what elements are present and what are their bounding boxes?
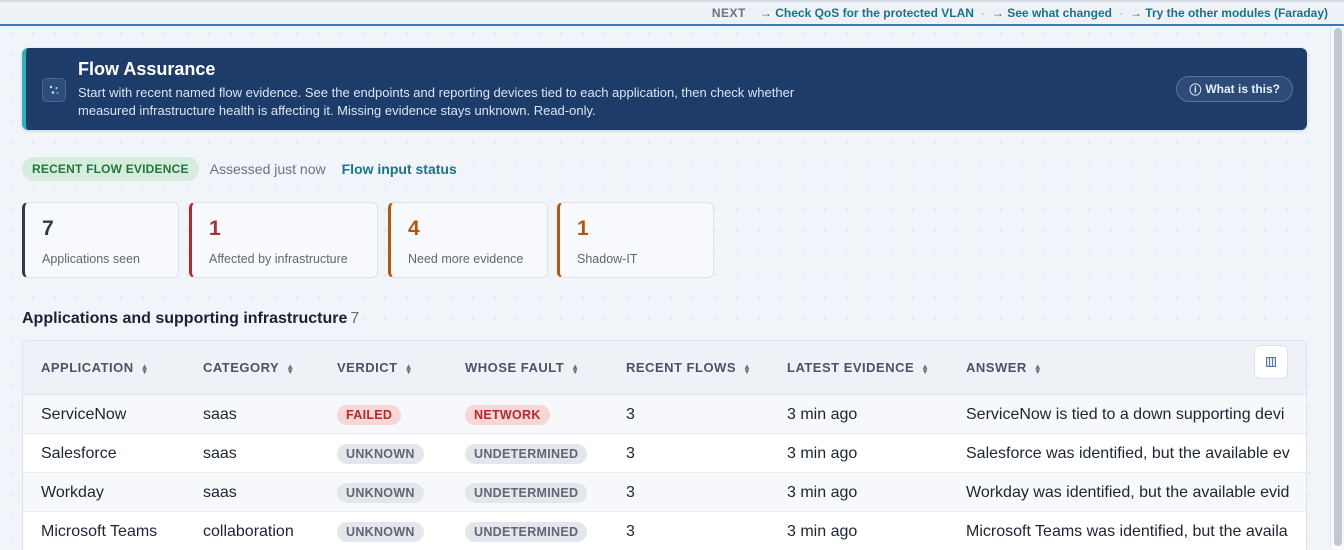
stat-card-affected-by-infrastructure[interactable]: 1 Affected by infrastructure bbox=[189, 202, 378, 278]
cell-latest-evidence: 3 min ago bbox=[787, 523, 858, 540]
verdict-badge: UNKNOWN bbox=[337, 482, 424, 503]
column-header-application[interactable]: APPLICATION ▲ ▼ bbox=[41, 341, 149, 395]
cell-recent-flows: 3 bbox=[626, 406, 635, 423]
table-row[interactable]: Workday saas UNKNOWN UNDETERMINED 3 3 mi… bbox=[23, 473, 1306, 512]
table-header: APPLICATION ▲ ▼ CATEGORY ▲ ▼ VERDICT ▲ ▼ WHOSE… bbox=[23, 341, 1306, 395]
stat-card-need-more-evidence[interactable]: 4 Need more evidence bbox=[388, 202, 548, 278]
sort-icon[interactable]: ▲ ▼ bbox=[743, 362, 751, 375]
cell-verdict: UNKNOWN bbox=[337, 473, 424, 512]
what-is-this-button[interactable]: ⓘ What is this? bbox=[1176, 76, 1293, 102]
sort-icon[interactable]: ▲ ▼ bbox=[571, 362, 579, 375]
sort-icon[interactable]: ▲ ▼ bbox=[286, 362, 294, 375]
cell-application: ServiceNow bbox=[41, 406, 127, 423]
cell-application: Workday bbox=[41, 484, 104, 501]
banner-title: Flow Assurance bbox=[78, 59, 216, 79]
next-steps-bar: NEXT → Check QoS for the protected VLAN … bbox=[0, 0, 1344, 26]
table-row[interactable]: Salesforce saas UNKNOWN UNDETERMINED 3 3… bbox=[23, 434, 1306, 473]
cell-application: Salesforce bbox=[41, 445, 117, 462]
column-header-verdict[interactable]: VERDICT ▲ ▼ bbox=[337, 341, 413, 395]
stat-card-shadow-it[interactable]: 1 Shadow-IT bbox=[557, 202, 714, 278]
sort-icon[interactable]: ▲ ▼ bbox=[405, 362, 413, 375]
column-header-latest-evidence[interactable]: LATEST EVIDENCE ▲ ▼ bbox=[787, 341, 930, 395]
cell-answer: Salesforce was identified, but the avail… bbox=[966, 445, 1290, 462]
scrollbar-thumb[interactable] bbox=[1334, 28, 1342, 546]
stat-label: Affected by infrastructure bbox=[209, 252, 348, 266]
status-row: RECENT FLOW EVIDENCE Assessed just now F… bbox=[22, 156, 457, 181]
next-link-other-modules[interactable]: → Try the other modules (Faraday) bbox=[1130, 6, 1328, 20]
column-header-whose-fault[interactable]: WHOSE FAULT ▲ ▼ bbox=[465, 341, 580, 395]
cell-category: saas bbox=[203, 406, 237, 423]
flow-input-status-link[interactable]: Flow input status bbox=[342, 161, 457, 177]
cell-recent-flows: 3 bbox=[626, 484, 635, 501]
cell-recent-flows: 3 bbox=[626, 523, 635, 540]
next-link-check-qos[interactable]: → Check QoS for the protected VLAN bbox=[760, 6, 974, 20]
cell-whose-fault: UNDETERMINED bbox=[465, 473, 588, 512]
stat-label: Applications seen bbox=[42, 252, 140, 266]
stat-value: 1 bbox=[209, 217, 221, 240]
cell-whose-fault: UNDETERMINED bbox=[465, 512, 588, 550]
banner-description: Start with recent named flow evidence. S… bbox=[78, 85, 795, 118]
verdict-badge: UNKNOWN bbox=[337, 521, 424, 542]
stat-label: Need more evidence bbox=[408, 252, 524, 266]
cell-whose-fault: NETWORK bbox=[465, 395, 550, 434]
sparkle-icon bbox=[42, 78, 66, 102]
fault-badge: UNDETERMINED bbox=[465, 443, 588, 464]
separator: · bbox=[1118, 6, 1123, 20]
table-row[interactable]: ServiceNow saas FAILED NETWORK 3 3 min a… bbox=[23, 395, 1306, 434]
what-is-this-label: What is this? bbox=[1205, 82, 1280, 96]
cell-category: saas bbox=[203, 445, 237, 462]
cell-verdict: FAILED bbox=[337, 395, 402, 434]
fault-badge: UNDETERMINED bbox=[465, 482, 588, 503]
applications-table: APPLICATION ▲ ▼ CATEGORY ▲ ▼ VERDICT ▲ ▼ WHOSE… bbox=[22, 340, 1307, 550]
next-link-see-what-changed[interactable]: → See what changed bbox=[992, 6, 1112, 20]
column-header-answer[interactable]: ANSWER ▲ ▼ bbox=[966, 341, 1042, 395]
flow-assurance-banner: Flow Assurance Start with recent named f… bbox=[22, 48, 1307, 130]
table-row[interactable]: Microsoft Teams collaboration UNKNOWN UN… bbox=[23, 512, 1306, 550]
column-header-recent-flows[interactable]: RECENT FLOWS ▲ ▼ bbox=[626, 341, 751, 395]
cell-verdict: UNKNOWN bbox=[337, 512, 424, 550]
vertical-scrollbar[interactable] bbox=[1330, 26, 1344, 550]
cell-latest-evidence: 3 min ago bbox=[787, 484, 858, 501]
cell-answer: Workday was identified, but the availabl… bbox=[966, 484, 1290, 501]
cell-answer: ServiceNow is tied to a down supporting … bbox=[966, 406, 1285, 423]
cell-latest-evidence: 3 min ago bbox=[787, 406, 858, 423]
cell-verdict: UNKNOWN bbox=[337, 434, 424, 473]
verdict-badge: UNKNOWN bbox=[337, 443, 424, 464]
column-header-category[interactable]: CATEGORY ▲ ▼ bbox=[203, 341, 295, 395]
sort-icon[interactable]: ▲ ▼ bbox=[1034, 362, 1042, 375]
recent-flow-evidence-badge: RECENT FLOW EVIDENCE bbox=[22, 156, 199, 181]
cell-category: saas bbox=[203, 484, 237, 501]
section-title-text: Applications and supporting infrastructu… bbox=[22, 310, 348, 327]
separator: · bbox=[980, 6, 985, 20]
stat-value: 7 bbox=[42, 217, 54, 240]
info-icon: ⓘ bbox=[1189, 82, 1202, 97]
sort-icon[interactable]: ▲ ▼ bbox=[921, 362, 929, 375]
sort-icon[interactable]: ▲ ▼ bbox=[141, 362, 149, 375]
assessed-timestamp: Assessed just now bbox=[209, 160, 326, 177]
fault-badge: UNDETERMINED bbox=[465, 521, 588, 542]
cell-application: Microsoft Teams bbox=[41, 523, 158, 540]
verdict-badge: FAILED bbox=[337, 404, 402, 425]
columns-icon[interactable] bbox=[1254, 345, 1288, 379]
cell-whose-fault: UNDETERMINED bbox=[465, 434, 588, 473]
section-title: Applications and supporting infrastructu… bbox=[22, 310, 359, 328]
stat-card-applications-seen[interactable]: 7 Applications seen bbox=[22, 202, 179, 278]
cell-latest-evidence: 3 min ago bbox=[787, 445, 858, 462]
cell-recent-flows: 3 bbox=[626, 445, 635, 462]
stat-label: Shadow-IT bbox=[577, 252, 638, 266]
cell-answer: Microsoft Teams was identified, but the … bbox=[966, 523, 1288, 540]
stat-value: 4 bbox=[408, 217, 420, 240]
stat-value: 1 bbox=[577, 217, 589, 240]
fault-badge: NETWORK bbox=[465, 404, 550, 425]
next-label: NEXT bbox=[711, 6, 746, 20]
cell-category: collaboration bbox=[203, 523, 294, 540]
section-count: 7 bbox=[350, 310, 360, 327]
